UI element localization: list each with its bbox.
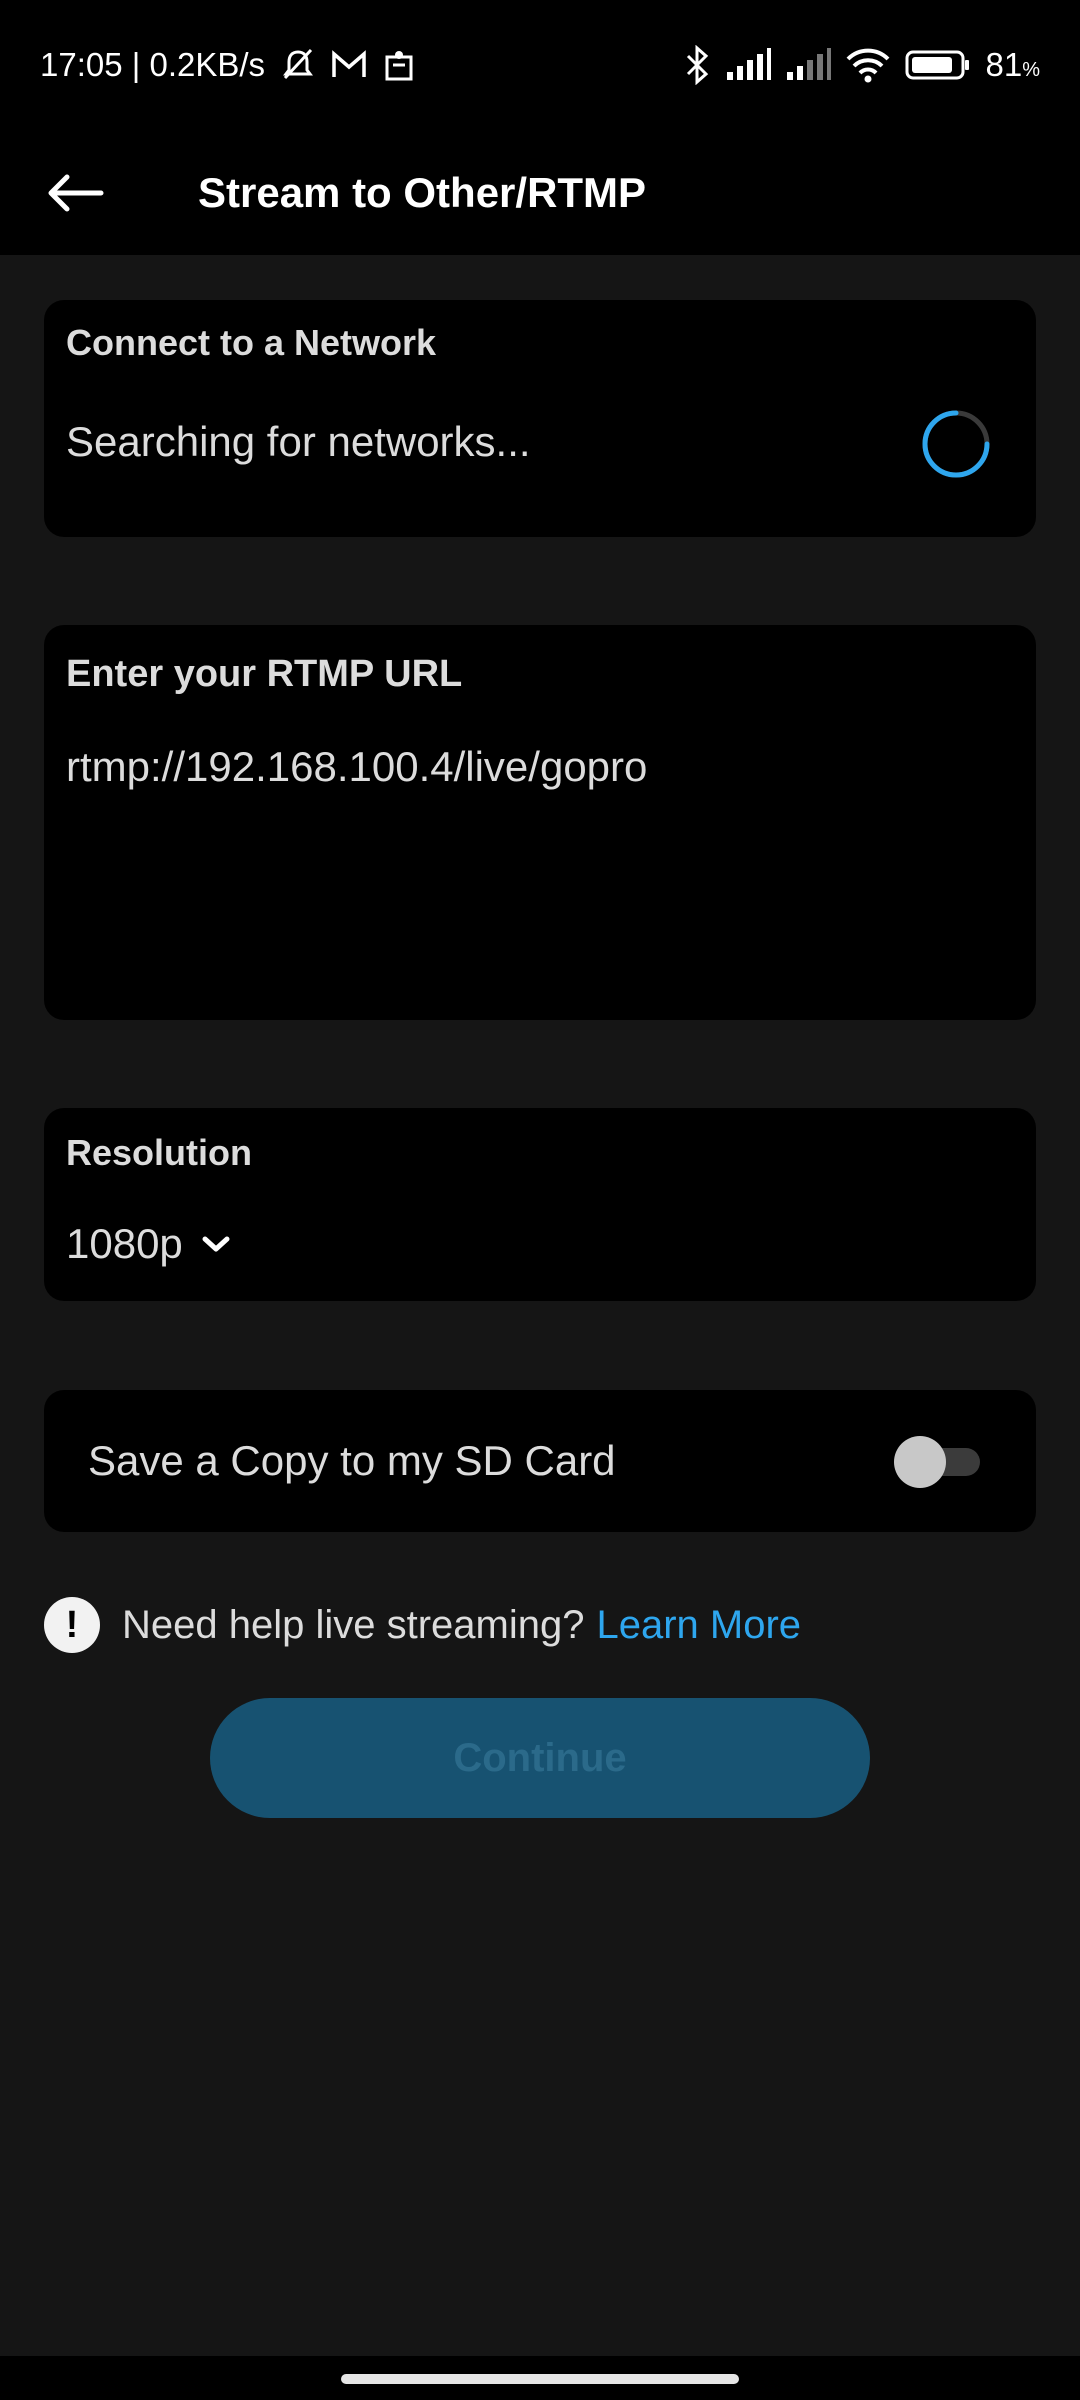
network-label: Connect to a Network xyxy=(66,322,437,363)
app-bar: Stream to Other/RTMP xyxy=(0,130,1080,255)
rtmp-url-card: Enter your RTMP URL xyxy=(44,625,1036,1020)
help-row: ! Need help live streaming? Learn More xyxy=(44,1596,801,1654)
resolution-label: Resolution xyxy=(66,1132,252,1173)
resolution-dropdown[interactable]: 1080p xyxy=(66,1220,231,1268)
help-text: Need help live streaming? xyxy=(122,1602,585,1647)
battery-percent: 81% xyxy=(985,46,1040,83)
status-bar-right: 81% xyxy=(683,45,1040,85)
loading-spinner-icon xyxy=(922,410,990,478)
app-notification-icon xyxy=(381,47,417,83)
network-card[interactable]: Connect to a Network Searching for netwo… xyxy=(44,300,1036,537)
resolution-value: 1080p xyxy=(66,1220,183,1267)
status-bar: 17:05 | 0.2KB/s 81% xyxy=(0,0,1080,130)
status-bar-left: 17:05 | 0.2KB/s xyxy=(40,46,417,84)
sd-copy-label: Save a Copy to my SD Card xyxy=(88,1437,616,1484)
home-indicator[interactable] xyxy=(341,2374,739,2384)
battery-icon xyxy=(905,49,971,81)
mute-alarm-icon xyxy=(279,46,317,84)
rtmp-url-label: Enter your RTMP URL xyxy=(66,653,463,695)
wifi-icon xyxy=(845,47,891,83)
network-status: Searching for networks... xyxy=(66,418,531,465)
continue-button[interactable]: Continue xyxy=(210,1698,870,1818)
signal-icon xyxy=(725,48,772,82)
resolution-card: Resolution 1080p xyxy=(44,1108,1036,1301)
signal-icon xyxy=(785,48,832,82)
sd-copy-card: Save a Copy to my SD Card xyxy=(44,1390,1036,1532)
navigation-bar xyxy=(0,2356,1080,2400)
arrow-left-icon xyxy=(48,174,104,212)
bluetooth-icon xyxy=(683,45,711,85)
chevron-down-icon xyxy=(202,1236,230,1252)
exclamation-icon: ! xyxy=(44,1597,100,1653)
toggle-knob xyxy=(894,1436,946,1488)
gmail-icon xyxy=(331,50,367,80)
page-title: Stream to Other/RTMP xyxy=(198,169,647,216)
learn-more-link[interactable]: Learn More xyxy=(596,1603,801,1648)
sd-copy-toggle[interactable] xyxy=(894,1436,982,1488)
back-button[interactable] xyxy=(40,158,110,228)
status-time: 17:05 | 0.2KB/s xyxy=(40,46,266,83)
rtmp-url-input[interactable] xyxy=(66,743,1006,791)
